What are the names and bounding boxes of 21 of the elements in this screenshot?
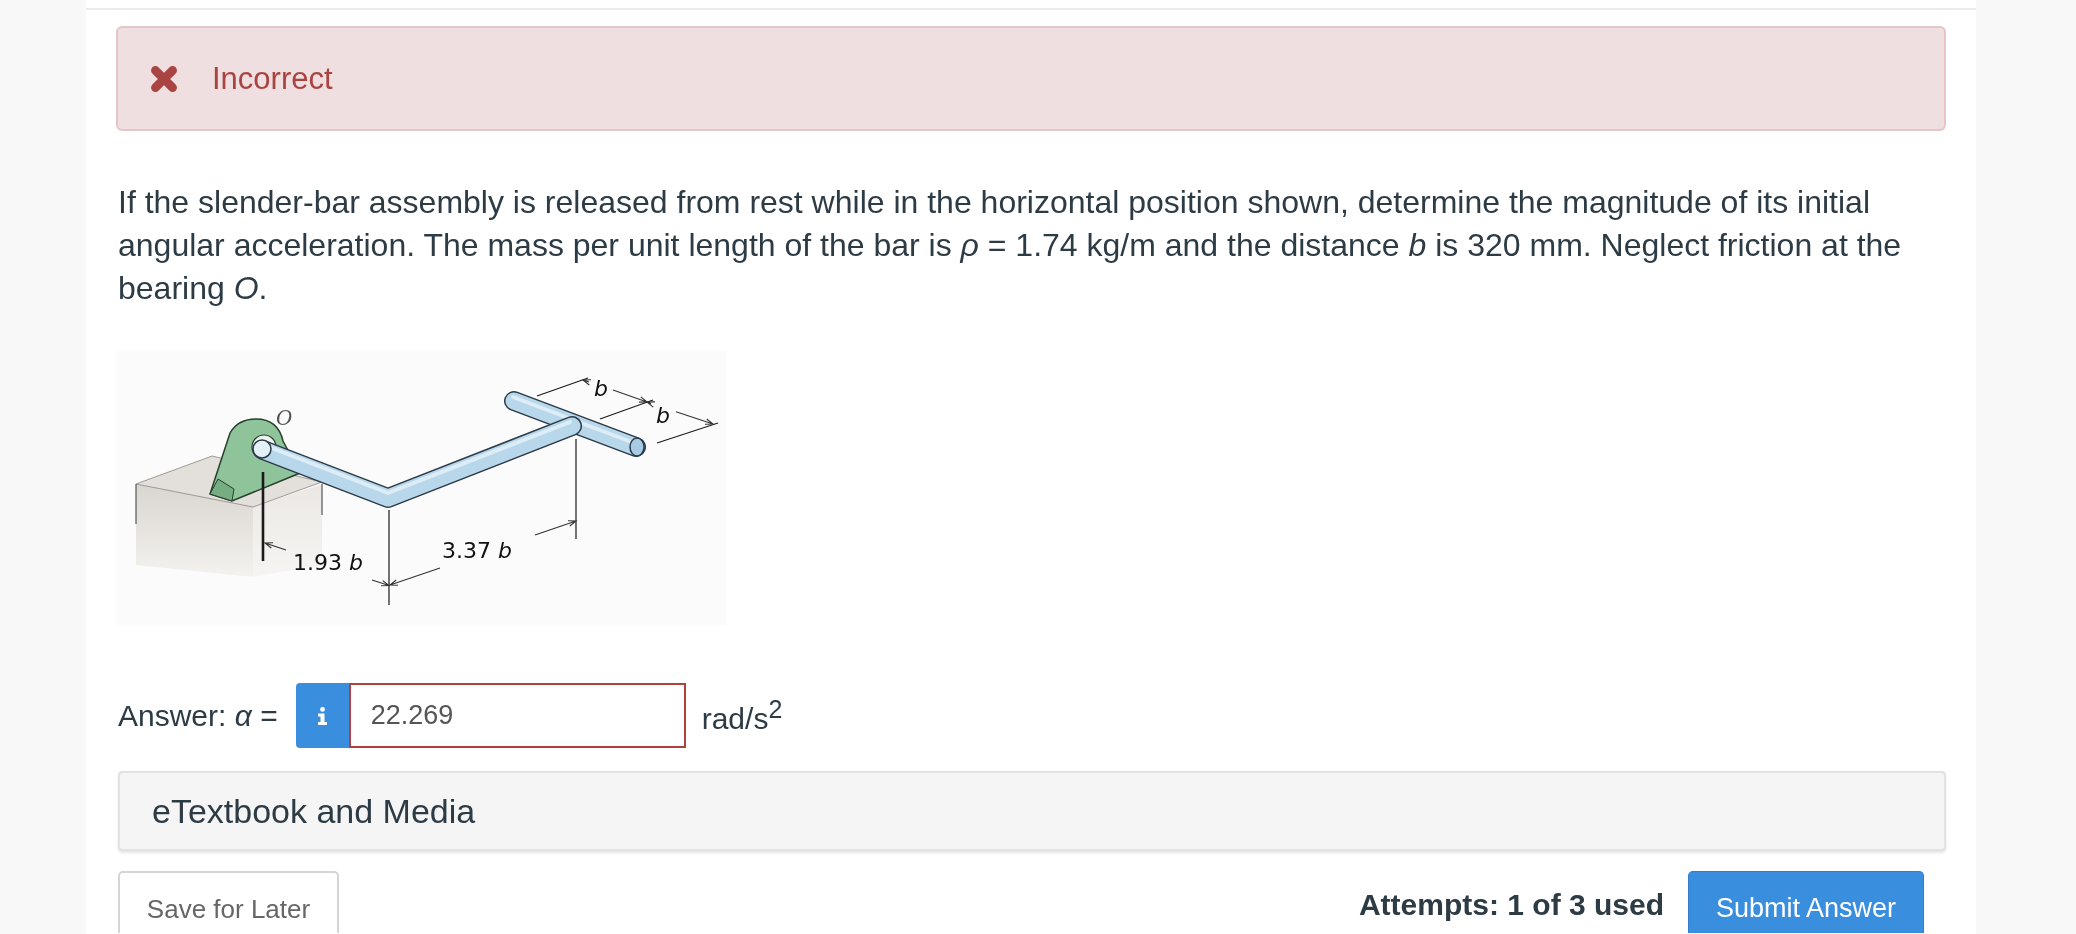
dimension-label: 3.37 b xyxy=(442,540,512,562)
info-button[interactable] xyxy=(295,683,349,748)
dimension-line xyxy=(581,379,649,403)
dimension-label: b xyxy=(594,378,608,400)
feedback-message: Incorrect xyxy=(212,60,333,97)
cross-icon xyxy=(150,64,178,93)
media-panel-header[interactable]: eTextbook and Media xyxy=(118,771,1946,851)
unit-label: rad/s$^{2}$ xyxy=(701,695,783,736)
question-text: If the slender-bar assembly is released from rest while in the horizontal position shown, determine the magnitude of its initial angular acceleration. The mass per unit length of the bar is ρ = 1.74 kg/m and the distance b is 320 mm. Neglect friction at the bearing O. xyxy=(118,183,1903,308)
attempts-counter: Attempts: 1 of 3 used xyxy=(1358,887,1664,923)
extension-line xyxy=(656,422,719,444)
dimension-label: b xyxy=(656,405,670,427)
point-label: O xyxy=(276,408,293,428)
answer-label: Answer: α = xyxy=(118,698,278,733)
dimension-line xyxy=(645,401,715,425)
save-button[interactable]: Save for Later xyxy=(118,871,339,933)
dimension-label: 1.93 b xyxy=(293,552,363,574)
extension-line xyxy=(536,377,589,397)
extension-line xyxy=(599,399,654,420)
info-icon xyxy=(316,706,328,725)
answer-field[interactable]: 22.269 xyxy=(348,683,686,748)
